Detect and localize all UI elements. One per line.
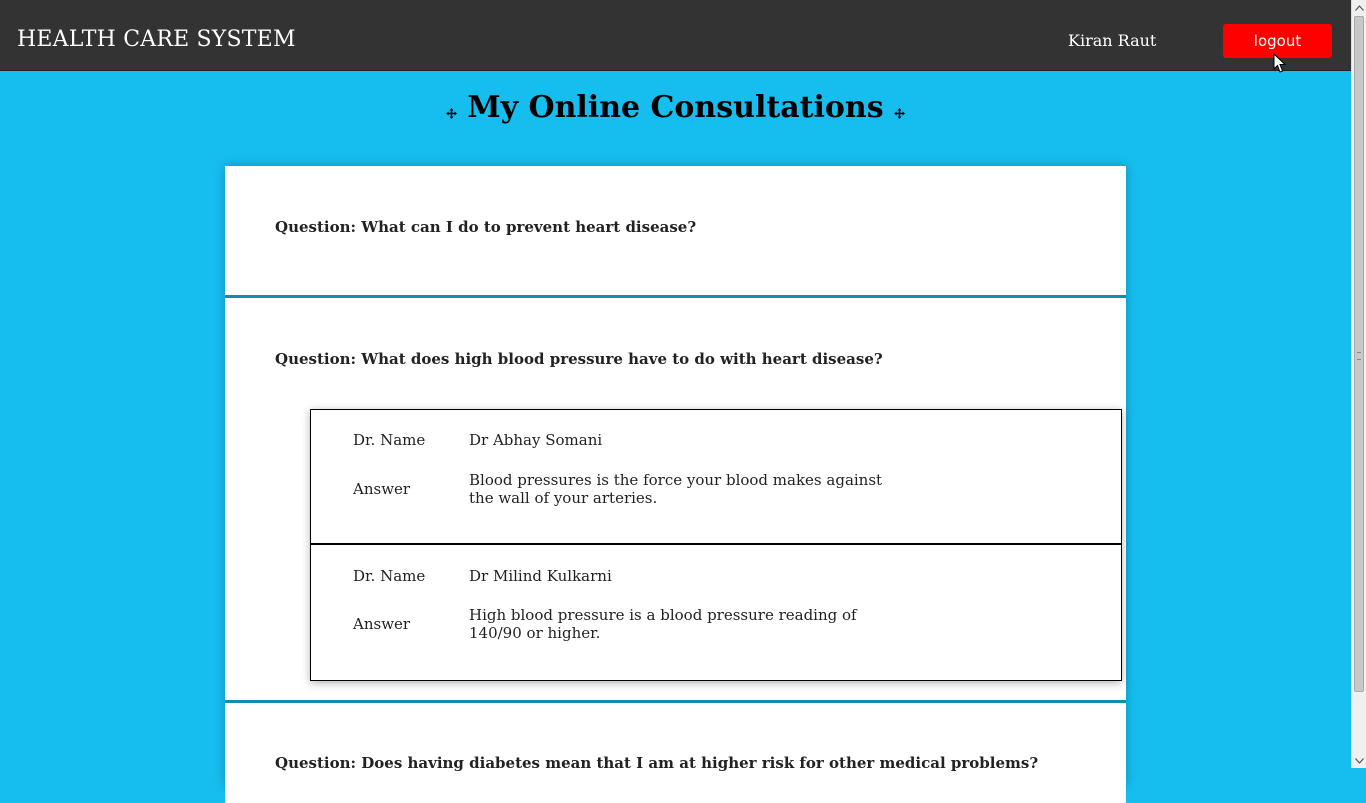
question-text: Question: Does having diabetes mean that… <box>275 754 1039 772</box>
move-icon <box>893 107 905 119</box>
consultation-item: Question: What can I do to prevent heart… <box>225 166 1126 298</box>
grip-icon <box>1357 352 1361 360</box>
user-name: Kiran Raut <box>1068 31 1157 50</box>
scroll-down-arrow-icon[interactable] <box>1352 753 1366 768</box>
answer-row: Dr. Name Dr Abhay Somani Answer Blood pr… <box>311 410 1121 545</box>
doctor-name-value: Dr Abhay Somani <box>469 431 603 449</box>
answer-row: Dr. Name Dr Milind Kulkarni Answer High … <box>311 545 1121 680</box>
page-heading: My Online Consultations <box>0 88 1351 128</box>
vertical-scrollbar[interactable] <box>1351 0 1366 768</box>
navbar: HEALTH CARE SYSTEM Kiran Raut logout <box>0 0 1351 73</box>
answer-text: Blood pressures is the force your blood … <box>469 471 883 507</box>
move-icon <box>446 107 458 119</box>
consultation-item: Question: Does having diabetes mean that… <box>225 703 1126 803</box>
page-title: My Online Consultations <box>467 90 884 125</box>
mouse-pointer-icon <box>1273 53 1287 73</box>
answer-label: Answer <box>353 480 411 498</box>
scrollbar-thumb[interactable] <box>1354 16 1364 692</box>
question-text: Question: What does high blood pressure … <box>275 350 883 368</box>
doctor-name-value: Dr Milind Kulkarni <box>469 567 612 585</box>
answer-label: Answer <box>353 615 411 633</box>
doctor-name-label: Dr. Name <box>353 567 426 585</box>
question-text: Question: What can I do to prevent heart… <box>275 218 697 236</box>
answers-table: Dr. Name Dr Abhay Somani Answer Blood pr… <box>310 409 1122 681</box>
brand-title[interactable]: HEALTH CARE SYSTEM <box>17 27 296 53</box>
doctor-name-label: Dr. Name <box>353 431 426 449</box>
scroll-up-arrow-icon[interactable] <box>1352 0 1366 15</box>
answer-text: High blood pressure is a blood pressure … <box>469 606 857 642</box>
consultations-panel: Question: What can I do to prevent heart… <box>225 166 1126 803</box>
consultation-item: Question: What does high blood pressure … <box>225 298 1126 703</box>
